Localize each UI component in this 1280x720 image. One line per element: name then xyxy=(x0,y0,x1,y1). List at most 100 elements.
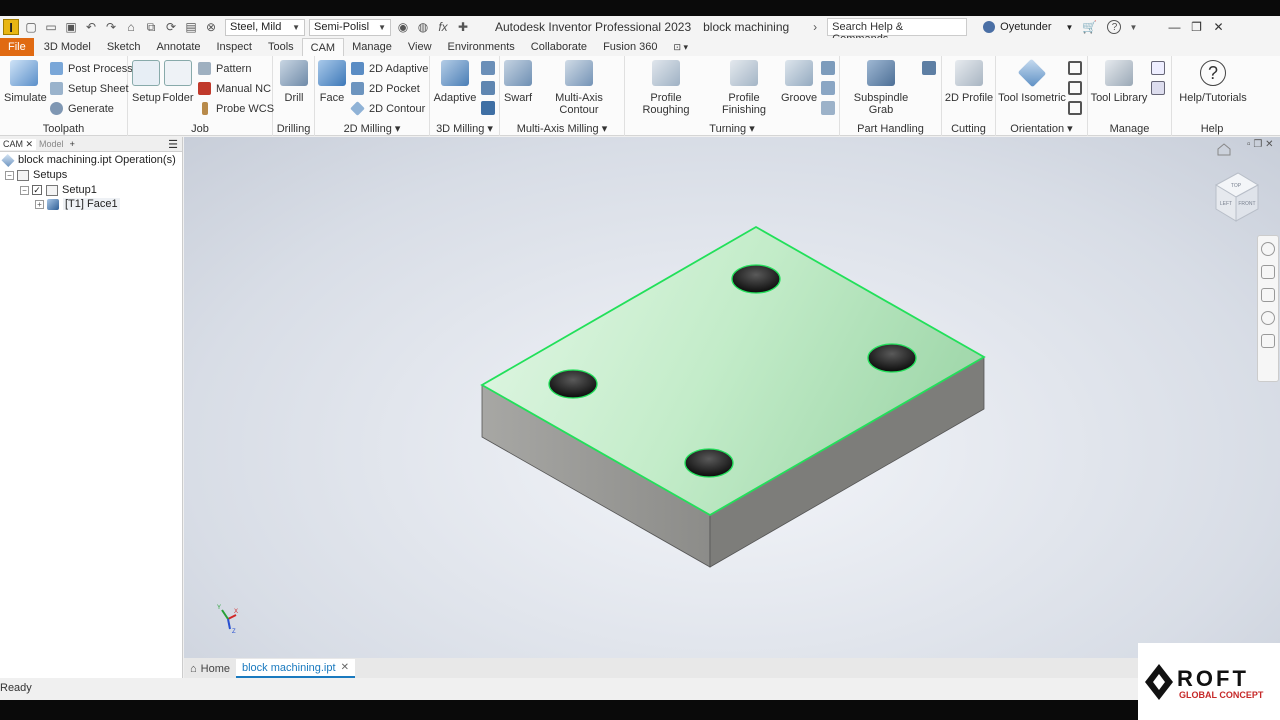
tool-isometric-button[interactable]: Tool Isometric xyxy=(998,58,1066,104)
2d-pocket-button[interactable]: 2D Pocket xyxy=(351,82,420,95)
view-cube[interactable]: TOP LEFT FRONT xyxy=(1214,172,1260,222)
hamburger-icon[interactable]: ☰ xyxy=(168,138,178,151)
viewport-close-icon[interactable]: ✕ xyxy=(1265,139,1273,150)
folder-button[interactable]: Folder xyxy=(162,60,194,104)
open-file-icon[interactable]: ▭ xyxy=(43,19,59,35)
profile-roughing-button[interactable]: Profile Roughing xyxy=(627,60,705,116)
zoom-icon[interactable] xyxy=(1261,288,1275,302)
view-top-icon[interactable] xyxy=(1068,61,1082,75)
face-turning-icon[interactable] xyxy=(821,61,835,75)
milling-3d-panel-label[interactable]: 3D Milling ▾ xyxy=(430,122,499,135)
collapse-icon[interactable]: − xyxy=(20,185,29,195)
drill-button[interactable]: Drill xyxy=(277,60,311,104)
post-process-button[interactable]: Post Process xyxy=(50,62,133,75)
graphics-viewport[interactable]: TOP LEFT FRONT X Y Z xyxy=(184,137,1280,658)
home-icon[interactable]: ⌂ xyxy=(123,19,139,35)
tab-annotate[interactable]: Annotate xyxy=(148,38,208,56)
tab-3d-model[interactable]: 3D Model xyxy=(36,38,99,56)
manual-nc-button[interactable]: Manual NC xyxy=(198,82,271,95)
tab-collaborate[interactable]: Collaborate xyxy=(523,38,595,56)
tab-tools[interactable]: Tools xyxy=(260,38,302,56)
minimize-button[interactable]: — xyxy=(1163,20,1185,34)
tree-face1-operation[interactable]: + [T1] Face1 xyxy=(35,198,120,210)
tab-sketch[interactable]: Sketch xyxy=(99,38,149,56)
redo-icon[interactable]: ↷ xyxy=(103,19,119,35)
steering-wheel-icon[interactable] xyxy=(1261,242,1275,256)
2d-contour-button[interactable]: 2D Contour xyxy=(350,101,425,116)
orbit-icon[interactable] xyxy=(1261,311,1275,325)
look-at-icon[interactable] xyxy=(1261,334,1275,348)
color-wheel-icon[interactable]: ◉ xyxy=(395,19,411,35)
tree-root[interactable]: block machining.ipt Operation(s) xyxy=(1,153,176,167)
milling-2d-panel-label[interactable]: 2D Milling ▾ xyxy=(315,122,429,135)
close-tab-icon[interactable]: ✕ xyxy=(341,662,349,673)
home-view-icon[interactable] xyxy=(1217,143,1231,156)
appearance-override-icon[interactable]: ◍ xyxy=(415,19,431,35)
setup-button[interactable]: Setup xyxy=(132,60,161,104)
tab-inspect[interactable]: Inspect xyxy=(209,38,260,56)
material-select[interactable]: Steel, Mild ▼ xyxy=(225,18,305,36)
home-tab[interactable]: ⌂ Home xyxy=(184,659,236,678)
part-icon[interactable] xyxy=(821,101,835,115)
add-icon[interactable]: ✚ xyxy=(455,19,471,35)
adaptive-button[interactable]: Adaptive xyxy=(432,60,478,104)
multi-axis-panel-label[interactable]: Multi-Axis Milling ▾ xyxy=(500,122,624,135)
pan-icon[interactable] xyxy=(1261,265,1275,279)
select-icon[interactable]: ⧉ xyxy=(143,19,159,35)
drill-hole[interactable] xyxy=(731,264,781,294)
browser-tab-cam[interactable]: CAM ✕ xyxy=(0,138,37,150)
cart-icon[interactable]: 🛒 xyxy=(1081,19,1097,35)
face-button[interactable]: Face xyxy=(317,60,347,104)
tab-extra-dropdown[interactable]: ⊡ ▾ xyxy=(666,38,697,56)
subspindle-grab-button[interactable]: Subspindle Grab xyxy=(842,60,920,116)
probe-wcs-button[interactable]: Probe WCS xyxy=(198,102,274,115)
tree-setup1[interactable]: − ✓ Setup1 xyxy=(20,184,97,196)
parallel-3d-icon[interactable] xyxy=(481,81,495,95)
setup-sheet-button[interactable]: Setup Sheet xyxy=(50,82,129,95)
tab-environments[interactable]: Environments xyxy=(440,38,523,56)
pattern-button[interactable]: Pattern xyxy=(198,62,251,75)
tab-cam[interactable]: CAM xyxy=(301,38,345,56)
tab-fusion-360[interactable]: Fusion 360 xyxy=(595,38,665,56)
search-input[interactable]: Search Help & Commands... xyxy=(827,18,968,45)
view-front-icon[interactable] xyxy=(1068,81,1082,95)
inventor-logo[interactable]: I xyxy=(3,19,19,35)
2d-profile-button[interactable]: 2D Profile xyxy=(944,60,994,104)
turning-panel-label[interactable]: Turning ▾ xyxy=(625,122,839,135)
help-tutorials-button[interactable]: ? Help/Tutorials xyxy=(1174,60,1252,104)
document-tab-block-machining[interactable]: block machining.ipt ✕ xyxy=(236,659,355,678)
checkbox-icon[interactable]: ✓ xyxy=(32,185,42,195)
subspindle-return-icon[interactable] xyxy=(922,61,936,75)
tool-library-button[interactable]: Tool Library xyxy=(1090,60,1148,104)
tab-view[interactable]: View xyxy=(400,38,440,56)
orientation-panel-label[interactable]: Orientation ▾ xyxy=(996,122,1087,135)
swarf-button[interactable]: Swarf xyxy=(502,60,534,104)
pocket-3d-icon[interactable] xyxy=(481,61,495,75)
restore-button[interactable]: ❐ xyxy=(1185,20,1207,34)
profile-finishing-button[interactable]: Profile Finishing xyxy=(707,60,781,116)
simulate-button[interactable]: Simulate xyxy=(4,60,47,104)
browser-tab-model[interactable]: Model xyxy=(36,139,67,149)
2d-adaptive-button[interactable]: 2D Adaptive xyxy=(351,62,428,75)
tree-setups[interactable]: − Setups xyxy=(5,169,67,181)
groove-button[interactable]: Groove xyxy=(781,60,817,104)
save-icon[interactable]: ▣ xyxy=(63,19,79,35)
expand-icon[interactable]: + xyxy=(35,199,44,209)
contour-3d-icon[interactable] xyxy=(481,101,495,115)
generate-button[interactable]: Generate xyxy=(50,102,114,115)
fx-icon[interactable]: fx xyxy=(435,19,451,35)
drill-hole[interactable] xyxy=(548,369,598,399)
undo-icon[interactable]: ↶ xyxy=(83,19,99,35)
nc-program-icon[interactable] xyxy=(1151,81,1165,95)
tab-file[interactable]: File xyxy=(0,38,34,56)
help-dropdown-icon[interactable]: ▼ xyxy=(1125,19,1141,35)
update-icon[interactable]: ⟳ xyxy=(163,19,179,35)
user-account[interactable]: Oyetunder ▼ xyxy=(983,21,1073,33)
multi-axis-contour-button[interactable]: Multi-Axis Contour xyxy=(536,60,622,116)
template-library-icon[interactable] xyxy=(1151,61,1165,75)
block-part[interactable] xyxy=(480,225,986,568)
viewport-restore-icon[interactable]: ❐ xyxy=(1253,139,1262,150)
tab-manage[interactable]: Manage xyxy=(344,38,400,56)
chevron-right-icon[interactable]: › xyxy=(807,19,823,35)
drill-hole[interactable] xyxy=(684,448,734,478)
